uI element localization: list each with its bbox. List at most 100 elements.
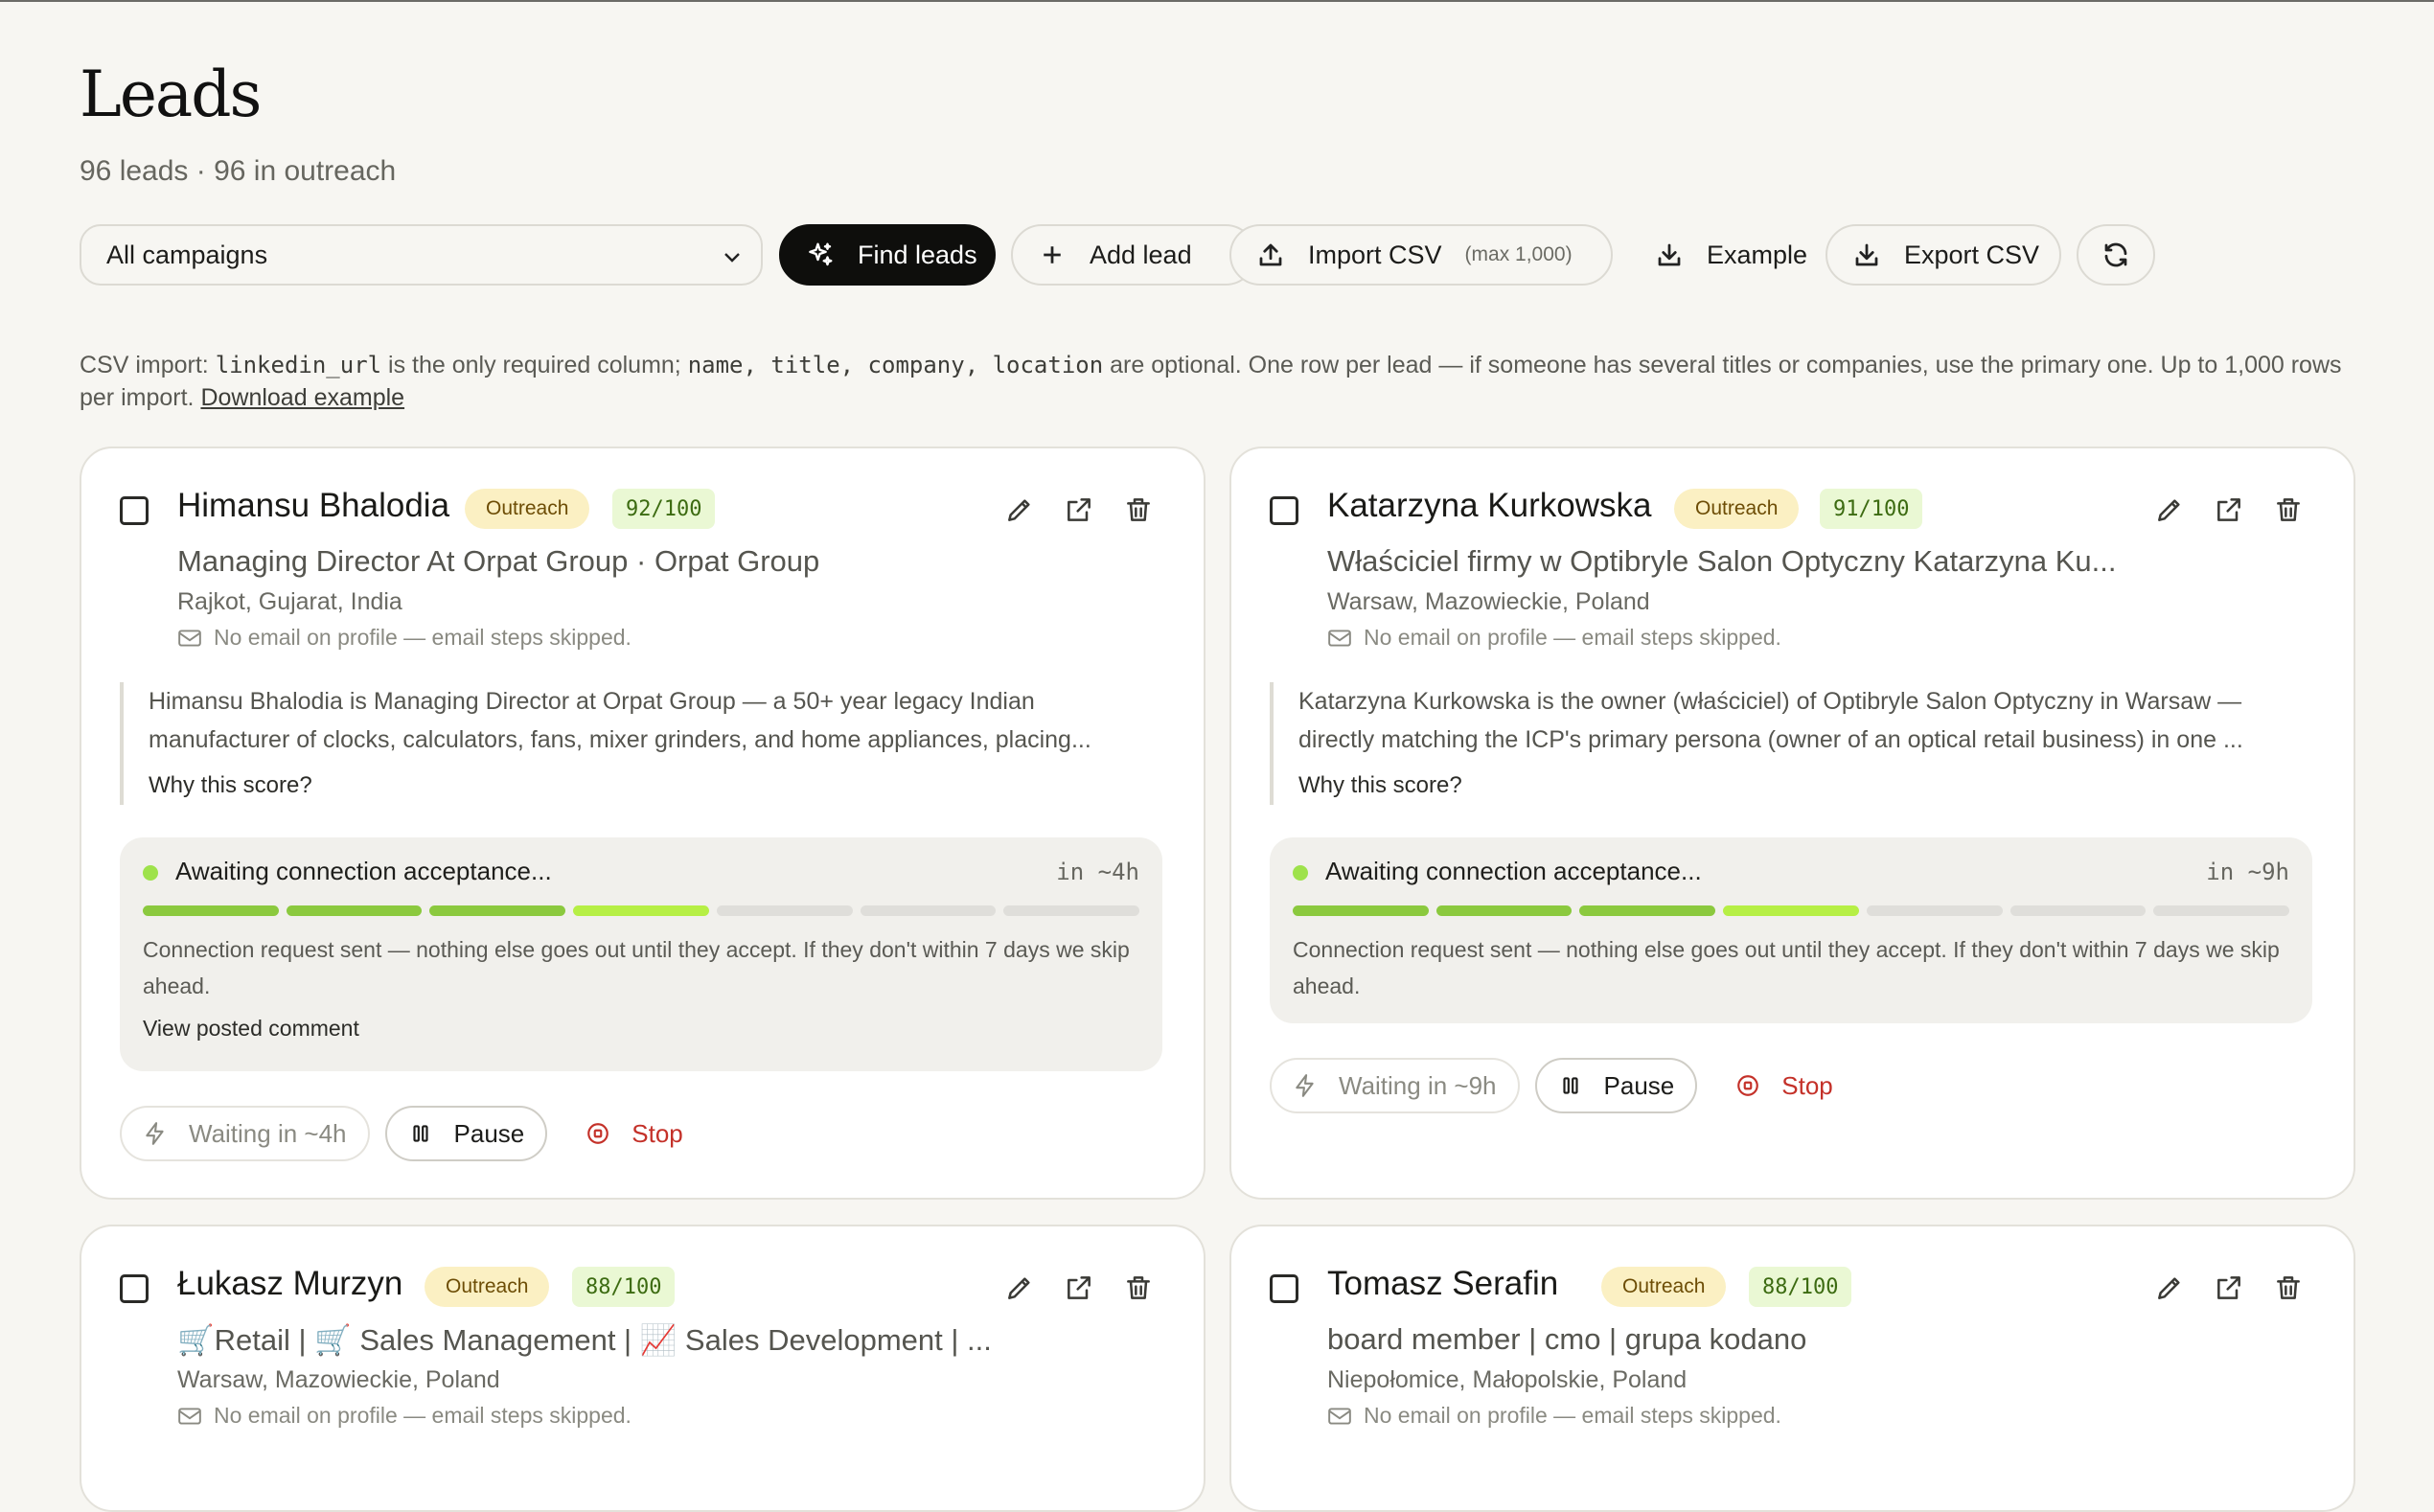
- progress-step: [2009, 905, 2147, 916]
- download-example-link[interactable]: Download example: [200, 384, 404, 411]
- trash-icon[interactable]: [1123, 494, 1154, 525]
- trash-icon[interactable]: [1123, 1272, 1154, 1303]
- view-posted-comment-link[interactable]: View posted comment: [143, 1016, 1139, 1042]
- progress-eta: in ~9h: [2206, 858, 2289, 885]
- import-csv-button[interactable]: Import CSV (max 1,000): [1229, 224, 1613, 286]
- progress-title: Awaiting connection acceptance...: [175, 857, 552, 885]
- email-note: No email on profile — email steps skippe…: [1327, 625, 1781, 651]
- progress-step: [573, 905, 709, 916]
- progress-description: Connection request sent — nothing else g…: [1293, 937, 2280, 998]
- lead-role: Właściciel firmy w Optibryle Salon Optyc…: [1327, 544, 2117, 578]
- trash-icon[interactable]: [2273, 494, 2304, 525]
- progress-status: Awaiting connection acceptance...: [1293, 857, 1702, 886]
- progress-step: [1435, 905, 1573, 916]
- campaign-select[interactable]: All campaigns: [80, 224, 763, 286]
- lead-name[interactable]: Tomasz Serafin: [1327, 1265, 1558, 1303]
- score-summary: Himansu Bhalodia is Managing Director at…: [120, 682, 1136, 805]
- summary-text: Katarzyna Kurkowska is the owner (właści…: [1298, 688, 2243, 753]
- example-label: Example: [1707, 240, 1808, 269]
- email-note: No email on profile — email steps skippe…: [1327, 1403, 1781, 1429]
- lead-actions: [1004, 1272, 1154, 1303]
- toolbar: All campaigns Find leads Add lead Import…: [80, 224, 2354, 287]
- progress-step: [2153, 905, 2290, 916]
- find-leads-label: Find leads: [858, 240, 977, 269]
- why-score-link[interactable]: Why this score?: [1298, 767, 2285, 805]
- email-note: No email on profile — email steps skippe…: [177, 625, 631, 651]
- waiting-label: Waiting in ~4h: [189, 1118, 347, 1148]
- edit-icon[interactable]: [1004, 1272, 1035, 1303]
- score-badge: 88/100: [572, 1267, 676, 1307]
- progress-steps: [1293, 905, 2290, 916]
- export-csv-label: Export CSV: [1904, 240, 2040, 269]
- progress-step: [1003, 905, 1140, 916]
- lead-name[interactable]: Himansu Bhalodia: [177, 487, 449, 525]
- lead-select-checkbox[interactable]: [1270, 1274, 1298, 1303]
- mail-icon: [178, 1407, 201, 1425]
- find-leads-button[interactable]: Find leads: [779, 224, 996, 286]
- progress-step: [429, 905, 566, 916]
- add-lead-button[interactable]: Add lead: [1011, 224, 1256, 286]
- export-csv-button[interactable]: Export CSV: [1826, 224, 2061, 286]
- lead-name[interactable]: Łukasz Murzyn: [177, 1265, 402, 1303]
- lead-role: board member | cmo | grupa kodano: [1327, 1322, 1807, 1356]
- csv-import-note: CSV import: linkedin_url is the only req…: [80, 349, 2354, 414]
- lead-location: Niepołomice, Małopolskie, Poland: [1327, 1366, 1688, 1393]
- progress-step: [1723, 905, 1859, 916]
- score-badge: 91/100: [1820, 489, 1923, 529]
- edit-icon[interactable]: [2154, 1272, 2185, 1303]
- lead-select-checkbox[interactable]: [1270, 496, 1298, 525]
- progress-step: [860, 905, 997, 916]
- lead-role: 🛒Retail | 🛒 Sales Management | 📈 Sales D…: [177, 1323, 992, 1357]
- lead-role: Managing Director At Orpat Group · Orpat…: [177, 544, 820, 578]
- why-score-link[interactable]: Why this score?: [149, 767, 1136, 805]
- lead-select-checkbox[interactable]: [120, 1274, 149, 1303]
- score-summary: Katarzyna Kurkowska is the owner (właści…: [1270, 682, 2285, 805]
- chevron-down-icon: [724, 253, 740, 263]
- bolt-icon: [146, 1122, 164, 1145]
- stop-label: Stop: [1781, 1070, 1833, 1100]
- download-icon: [1658, 243, 1681, 266]
- pause-button[interactable]: Pause: [1534, 1058, 1698, 1113]
- download-icon: [1855, 243, 1878, 266]
- campaign-select-value: All campaigns: [106, 240, 268, 269]
- lead-name[interactable]: Katarzyna Kurkowska: [1327, 487, 1651, 525]
- trash-icon[interactable]: [2273, 1272, 2304, 1303]
- progress-eta: in ~4h: [1056, 858, 1139, 885]
- lead-actions: [2154, 1272, 2304, 1303]
- lead-select-checkbox[interactable]: [120, 496, 149, 525]
- progress-step: [716, 905, 853, 916]
- pause-button[interactable]: Pause: [384, 1106, 548, 1161]
- status-dot: [1293, 865, 1308, 882]
- refresh-button[interactable]: [2077, 224, 2155, 286]
- waiting-indicator: Waiting in ~4h: [120, 1106, 370, 1161]
- external-link-icon[interactable]: [2214, 1272, 2244, 1303]
- edit-icon[interactable]: [1004, 494, 1035, 525]
- external-link-icon[interactable]: [1064, 1272, 1094, 1303]
- lead-card: Tomasz Serafin Outreach 88/100 board mem…: [1229, 1225, 2355, 1512]
- lead-card: Łukasz Murzyn Outreach 88/100 🛒Retail | …: [80, 1225, 1206, 1512]
- external-link-icon[interactable]: [2214, 494, 2244, 525]
- score-badge: 92/100: [612, 489, 716, 529]
- outreach-progress: Awaiting connection acceptance... in ~4h…: [120, 837, 1162, 1071]
- bolt-icon: [1296, 1074, 1314, 1097]
- example-button[interactable]: Example: [1628, 224, 1820, 286]
- lead-location: Rajkot, Gujarat, India: [177, 588, 402, 615]
- external-link-icon[interactable]: [1064, 494, 1094, 525]
- note-text: is the only required column;: [381, 352, 688, 378]
- stop-button[interactable]: Stop: [563, 1106, 706, 1161]
- progress-title: Awaiting connection acceptance...: [1325, 857, 1702, 885]
- mail-icon: [1328, 629, 1351, 647]
- pause-icon: [1562, 1077, 1578, 1094]
- progress-header: Awaiting connection acceptance... in ~9h: [1293, 857, 2289, 886]
- progress-step: [1866, 905, 2003, 916]
- page-subtitle: 96 leads · 96 in outreach: [80, 155, 397, 187]
- progress-status: Awaiting connection acceptance...: [143, 857, 552, 886]
- edit-icon[interactable]: [2154, 494, 2185, 525]
- progress-step: [1293, 905, 1429, 916]
- lead-actions: [2154, 494, 2304, 525]
- stop-button[interactable]: Stop: [1712, 1058, 1856, 1113]
- lead-location: Warsaw, Mazowieckie, Poland: [1327, 588, 1650, 615]
- email-note-text: No email on profile — email steps skippe…: [1364, 1403, 1781, 1428]
- lead-card: Himansu Bhalodia Outreach 92/100 Managin…: [80, 447, 1206, 1200]
- status-badge: Outreach: [425, 1267, 550, 1307]
